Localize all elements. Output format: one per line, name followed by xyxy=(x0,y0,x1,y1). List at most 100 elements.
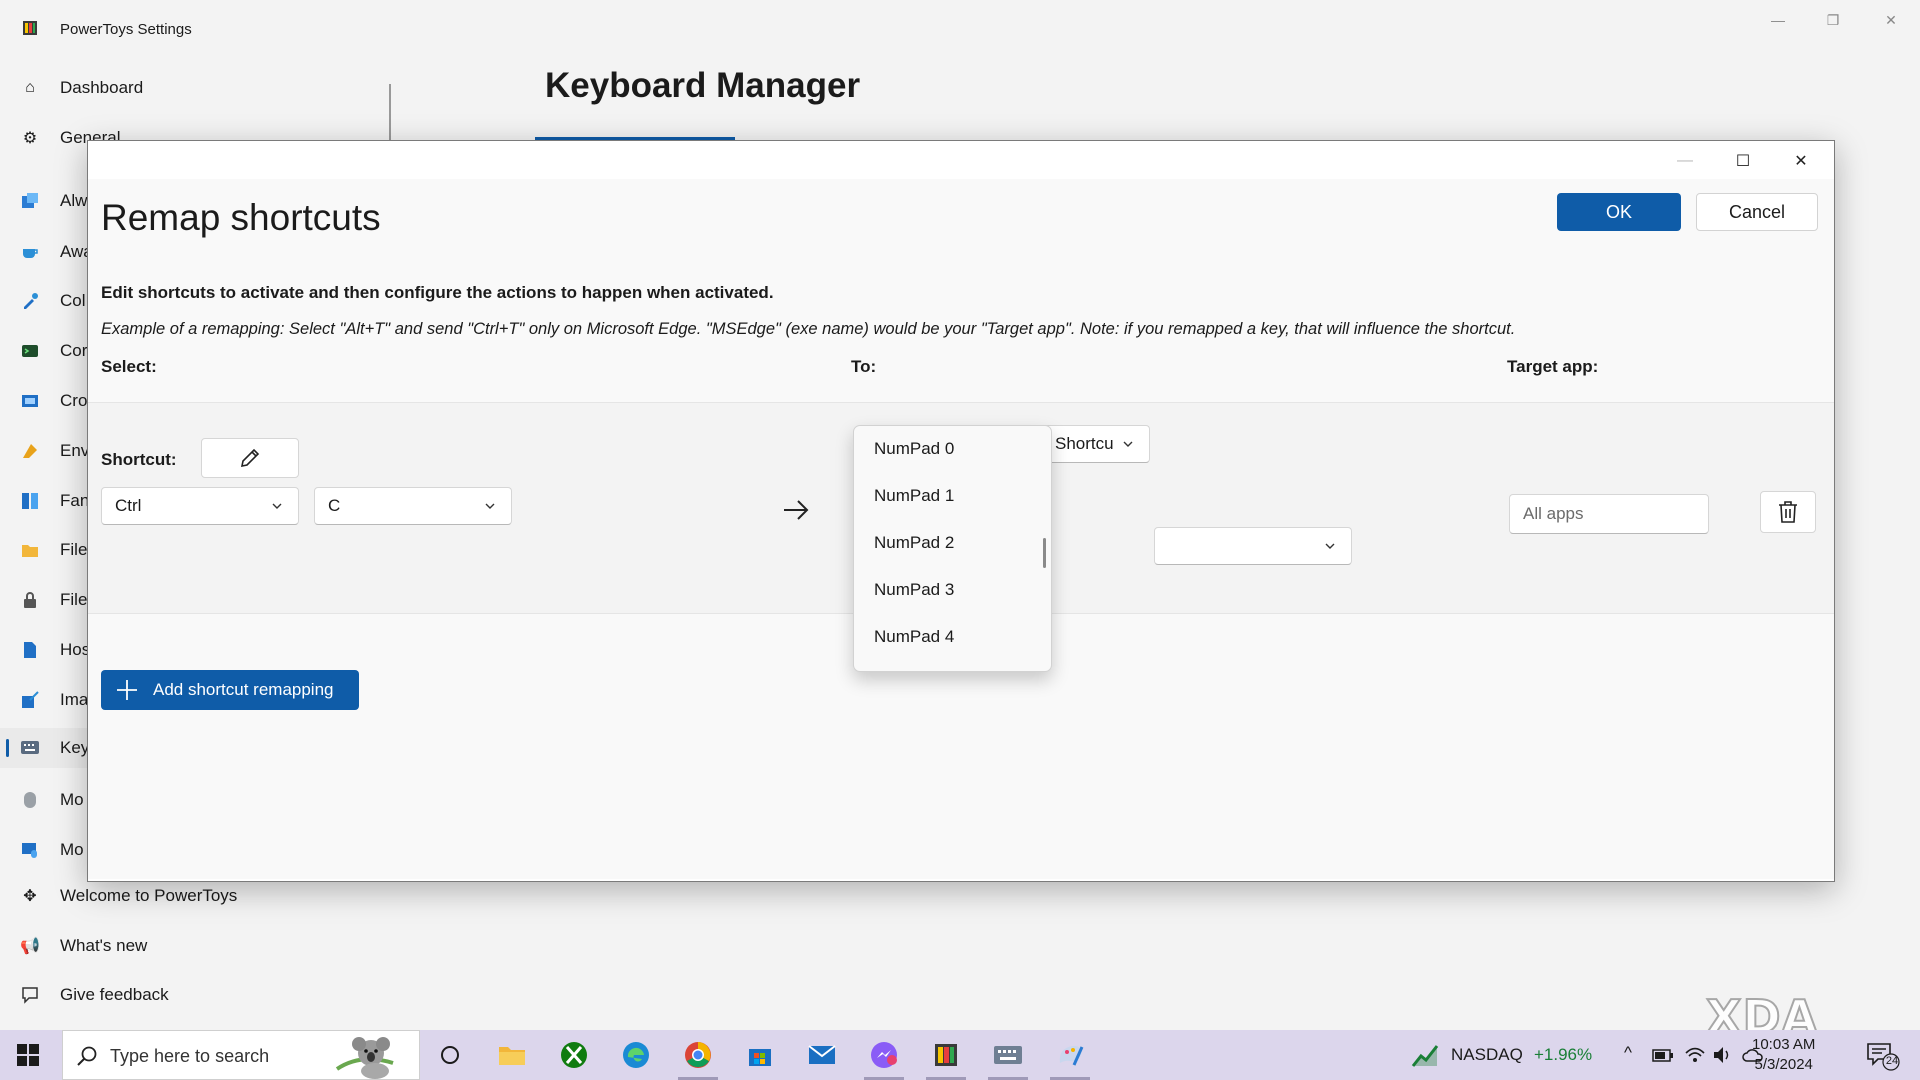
add-shortcut-label: Add shortcut remapping xyxy=(153,680,334,699)
file-explorer-addons-icon xyxy=(20,540,40,560)
fancyzones-icon xyxy=(20,491,40,511)
clock-time: 10:03 AM xyxy=(1752,1036,1816,1053)
column-header-select: Select: xyxy=(101,357,157,376)
page-title: Keyboard Manager xyxy=(545,66,861,105)
taskbar: Type here to search NASDAQ +1.96% ^ 10:0… xyxy=(0,1030,1920,1080)
chevron-down-icon xyxy=(272,503,282,509)
megaphone-icon: 📢 xyxy=(20,938,40,955)
stock-chart-icon[interactable] xyxy=(1411,1042,1439,1068)
key-1-dropdown[interactable]: Ctrl xyxy=(101,487,299,525)
pencil-icon xyxy=(240,448,260,468)
command-not-found-icon xyxy=(20,341,40,361)
clock-date: 5/3/2024 xyxy=(1754,1056,1813,1073)
plus-icon xyxy=(117,680,137,700)
close-icon: ✕ xyxy=(1794,153,1808,170)
sidebar-divider xyxy=(389,84,391,140)
keyboard-manager-taskbar-icon[interactable] xyxy=(992,1039,1024,1071)
chevron-down-icon xyxy=(1325,543,1335,549)
always-on-top-icon xyxy=(20,191,40,211)
sidebar-item-welcome[interactable]: ✥ Welcome to PowerToys xyxy=(0,876,390,916)
clock[interactable]: 10:03 AM 5/3/2024 xyxy=(1752,1035,1815,1075)
hosts-editor-icon xyxy=(20,640,40,660)
xbox-icon[interactable] xyxy=(558,1039,590,1071)
dialog-description: Edit shortcuts to activate and then conf… xyxy=(101,283,774,302)
gear-icon: ⚙ xyxy=(22,130,38,147)
windows-start-icon[interactable] xyxy=(16,1043,40,1067)
battery-icon[interactable] xyxy=(1652,1047,1674,1063)
dropdown-option[interactable]: NumPad 0 xyxy=(874,439,954,459)
color-picker-icon xyxy=(20,291,40,311)
mouse-utilities-icon xyxy=(20,790,40,810)
dropdown-option[interactable]: NumPad 2 xyxy=(874,533,954,553)
maximize-icon: ☐ xyxy=(1735,153,1751,170)
key-2-dropdown[interactable]: C xyxy=(314,487,512,525)
close-icon: ✕ xyxy=(1885,11,1897,28)
task-view-icon[interactable] xyxy=(434,1039,466,1071)
add-shortcut-remapping-button[interactable]: Add shortcut remapping xyxy=(101,670,359,710)
keyboard-icon xyxy=(20,738,40,758)
close-button[interactable]: ✕ xyxy=(1868,6,1914,34)
dropdown-option[interactable]: NumPad 1 xyxy=(874,486,954,506)
chevron-down-icon xyxy=(1123,441,1133,447)
dropdown-option[interactable]: NumPad 3 xyxy=(874,580,954,600)
home-icon: ⌂ xyxy=(25,79,35,96)
key-dropdown-popup: NumPad 0 NumPad 1 NumPad 2 NumPad 3 NumP… xyxy=(853,425,1052,672)
feedback-icon xyxy=(20,985,40,1005)
volume-icon[interactable] xyxy=(1712,1045,1734,1065)
dropdown-option[interactable]: NumPad 4 xyxy=(874,627,954,647)
minimize-button[interactable]: — xyxy=(1755,6,1801,34)
file-explorer-icon[interactable] xyxy=(496,1039,528,1071)
wifi-icon[interactable] xyxy=(1684,1045,1706,1065)
key-1-value: Ctrl xyxy=(115,496,142,515)
sidebar-item-whats-new[interactable]: 📢 What's new xyxy=(0,926,390,966)
stock-change: +1.96% xyxy=(1534,1045,1593,1064)
powertoys-taskbar-icon[interactable] xyxy=(930,1039,962,1071)
minimize-icon: — xyxy=(1677,152,1693,169)
messenger-icon[interactable] xyxy=(868,1039,900,1071)
dialog-example: Example of a remapping: Select "Alt+T" a… xyxy=(101,320,1516,338)
cancel-button[interactable]: Cancel xyxy=(1696,193,1818,231)
trash-icon xyxy=(1779,501,1797,523)
dialog-maximize-button[interactable]: ☐ xyxy=(1720,147,1766,175)
chevron-up-icon[interactable]: ^ xyxy=(1624,1043,1632,1063)
action-type-value: Shortcu xyxy=(1055,434,1114,453)
sidebar-item-give-feedback[interactable]: Give feedback xyxy=(0,975,390,1015)
restore-icon: ❐ xyxy=(1826,11,1840,28)
restore-button[interactable]: ❐ xyxy=(1810,6,1856,34)
target-key-2-dropdown[interactable] xyxy=(1154,527,1352,565)
ok-button[interactable]: OK xyxy=(1557,193,1681,231)
mouse-without-borders-icon xyxy=(20,840,40,860)
key-2-value: C xyxy=(328,496,341,515)
dialog-close-button[interactable]: ✕ xyxy=(1778,147,1824,175)
edge-browser-icon[interactable] xyxy=(620,1039,652,1071)
sidebar-item-dashboard[interactable]: ⌂ Dashboard xyxy=(0,68,390,108)
edit-shortcut-button[interactable] xyxy=(201,438,299,478)
file-locksmith-icon xyxy=(20,590,40,610)
awake-icon xyxy=(20,242,40,262)
environment-variables-icon xyxy=(20,441,40,461)
window-title: PowerToys Settings xyxy=(60,21,192,38)
microsoft-store-icon[interactable] xyxy=(744,1039,776,1071)
paint-app-icon[interactable] xyxy=(1054,1039,1086,1071)
mail-icon[interactable] xyxy=(806,1039,838,1071)
powertoys-logo-icon xyxy=(23,21,37,35)
delete-row-button[interactable] xyxy=(1760,491,1816,533)
dialog-titlebar: — ☐ ✕ xyxy=(88,141,1834,179)
taskbar-search-box[interactable]: Type here to search xyxy=(62,1030,420,1080)
notification-count: 24 xyxy=(1885,1055,1899,1067)
dropdown-scrollbar[interactable] xyxy=(1043,538,1046,568)
column-header-target-app: Target app: xyxy=(1507,357,1599,376)
dialog-minimize-button[interactable]: — xyxy=(1662,147,1708,175)
chrome-browser-icon[interactable] xyxy=(682,1039,714,1071)
search-icon xyxy=(77,1046,97,1066)
koala-search-highlight-icon xyxy=(335,1037,394,1079)
minimize-icon: — xyxy=(1771,12,1785,28)
search-placeholder: Type here to search xyxy=(110,1046,270,1066)
stock-name[interactable]: NASDAQ xyxy=(1451,1045,1523,1065)
image-resizer-icon xyxy=(20,690,40,710)
column-header-to: To: xyxy=(851,357,877,376)
shortcut-label: Shortcut: xyxy=(101,450,177,469)
arrow-right-icon xyxy=(784,500,809,520)
target-app-input[interactable]: All apps xyxy=(1509,494,1709,534)
chevron-down-icon xyxy=(485,503,495,509)
